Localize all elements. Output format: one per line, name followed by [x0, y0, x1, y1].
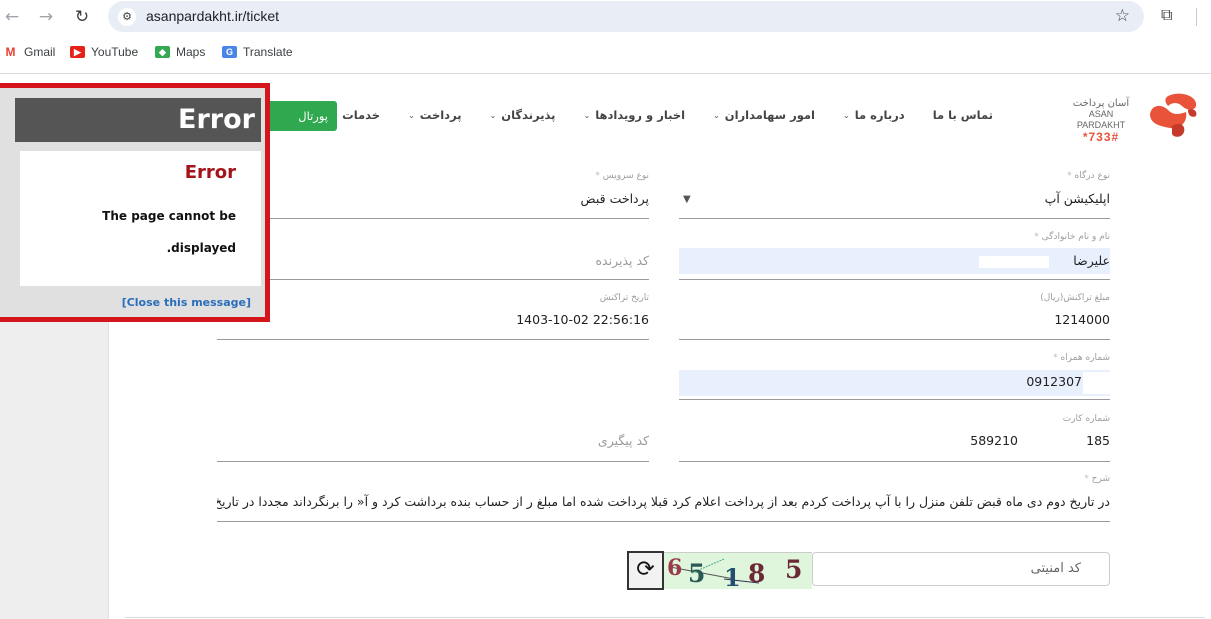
error-heading: Error	[184, 162, 236, 183]
field-value: علیرضا	[1073, 253, 1110, 268]
url-text[interactable]: asanpardakht.ir/ticket	[146, 8, 279, 24]
amount-field[interactable]: مبلغ تراکنش(ریال) 1214000	[679, 293, 1110, 340]
nav-label: پذیرندگان	[501, 108, 556, 122]
field-label: نوع درگاه *	[1067, 171, 1110, 181]
youtube-icon: ▶	[70, 46, 85, 58]
gmail-icon: M	[5, 45, 16, 59]
nav-label: امور سهامداران	[724, 108, 815, 122]
field-value: 1403-10-02 22:56:16	[516, 312, 649, 327]
chevron-down-icon: ⌄	[583, 110, 591, 120]
captcha-refresh-button[interactable]: ⟳	[627, 551, 664, 590]
nav-item-merchants[interactable]: پذیرندگان ⌄	[490, 108, 556, 122]
nav-item-services[interactable]: خدمات⌄	[330, 108, 380, 122]
nav-item-about[interactable]: درباره ما ⌄	[843, 108, 905, 122]
toolbar-divider	[1196, 8, 1197, 26]
logo-mark-icon	[1150, 93, 1197, 137]
placeholder: کد پذیرنده	[595, 253, 650, 268]
field-label: نوع سرویس *	[595, 171, 649, 181]
nav-label: پرداخت	[419, 108, 462, 122]
mobile-input[interactable]: شماره همراه * 0912307	[679, 353, 1110, 400]
bookmark-label: Maps	[176, 45, 206, 59]
translate-icon: G	[222, 46, 237, 58]
nav-item-contact[interactable]: تماس با ما	[933, 108, 993, 122]
redaction	[979, 256, 1049, 268]
nav-label: تماس با ما	[932, 108, 993, 122]
error-dialog-title: Error	[15, 98, 261, 142]
bookmark-gmail[interactable]: M Gmail	[3, 45, 56, 59]
card-number-field[interactable]: شماره کارت 589210 185	[679, 414, 1110, 462]
card-number-start: 589210	[970, 433, 1018, 448]
full-name-input[interactable]: نام و نام خانوادگی * علیرضا	[679, 232, 1110, 280]
placeholder: کد پیگیری	[597, 433, 649, 448]
error-message-line2: .displayed	[166, 241, 236, 255]
field-label: شرح *	[1084, 474, 1110, 484]
captcha-digit: 6	[667, 555, 683, 581]
forward-icon[interactable]: →	[34, 6, 58, 28]
field-value: 1214000	[1054, 312, 1110, 327]
logo-fa: آسان پرداخت	[1072, 98, 1130, 109]
bookmark-youtube[interactable]: ▶ YouTube	[70, 45, 138, 59]
nav-label: خدمات	[342, 108, 381, 122]
site-info-icon[interactable]: ⚙	[118, 8, 136, 26]
captcha-digit: 8	[748, 559, 766, 588]
maps-icon: ◆	[155, 46, 170, 58]
field-value: 0912307	[1026, 374, 1082, 389]
address-bar[interactable]: ⚙ asanpardakht.ir/ticket ☆	[108, 1, 1144, 32]
chevron-down-icon: ⌄	[842, 110, 850, 120]
bookmark-label: YouTube	[91, 45, 139, 59]
bookmark-label: Translate	[243, 45, 293, 59]
bookmarks-bar: M Gmail ▶ YouTube ◆ Maps G Translate	[0, 42, 1211, 64]
reload-icon[interactable]: ↻	[70, 6, 94, 28]
bookmark-maps[interactable]: ◆ Maps	[155, 45, 205, 59]
nav-label: اخبار و رویدادها	[595, 108, 686, 122]
refresh-icon: ⟳	[636, 557, 655, 582]
field-label: نام و نام خانوادگی *	[1034, 232, 1110, 242]
bookmark-translate[interactable]: G Translate	[222, 45, 293, 59]
logo-text: آسان پرداخت ASAN PARDAKHT *733#	[1064, 98, 1138, 144]
field-label: شماره کارت	[1062, 414, 1110, 424]
main-nav: خدمات⌄ پرداخت⌄ پذیرندگان⌄ اخبار و رویداد…	[302, 108, 993, 122]
captcha-input[interactable]: کد امنیتی	[812, 552, 1110, 586]
captcha-digit: 5	[688, 559, 706, 588]
nav-item-payment[interactable]: پرداخت ⌄	[408, 108, 461, 122]
logo-en: ASAN PARDAKHT	[1076, 109, 1126, 130]
field-value: پرداخت قبض	[580, 191, 649, 206]
nav-label: درباره ما	[854, 108, 905, 122]
close-message-link[interactable]: [Close this message]	[122, 296, 251, 309]
redaction	[1083, 372, 1110, 394]
chevron-down-icon: ⌄	[713, 110, 720, 120]
nav-item-news[interactable]: اخبار و رویدادها ⌄	[583, 108, 685, 122]
chevron-down-icon: ⌄	[489, 110, 497, 120]
card-number-end: 185	[1086, 433, 1110, 448]
field-value: در تاریخ دوم دی ماه قبض تلفن منزل را با …	[217, 494, 1110, 509]
logo-code: *733#	[1082, 130, 1120, 144]
captcha-image: 6 5 1 8 5	[664, 552, 812, 589]
gateway-type-select[interactable]: نوع درگاه * اپلیکیشن آپ ▼	[679, 171, 1110, 219]
form-bottom-divider	[125, 617, 1205, 618]
captcha-digit: 5	[785, 555, 803, 584]
bookmark-star-icon[interactable]: ☆	[1115, 6, 1130, 26]
service-type-field[interactable]: نوع سرویس * پرداخت قبض	[217, 171, 649, 219]
description-textarea[interactable]: شرح * در تاریخ دوم دی ماه قبض تلفن منزل …	[217, 474, 1110, 522]
captcha-digit: 1	[724, 563, 741, 589]
dropdown-arrow-icon: ▼	[683, 194, 691, 205]
transaction-date-field[interactable]: تاریخ تراکنش 1403-10-02 22:56:16	[217, 293, 649, 340]
field-label: شماره همراه *	[1053, 353, 1110, 363]
nav-item-shareholders[interactable]: امور سهامداران ⌄	[713, 108, 815, 122]
field-label: مبلغ تراکنش(ریال)	[1040, 293, 1110, 303]
merchant-code-input[interactable]: کد پذیرنده	[217, 232, 649, 280]
site-logo[interactable]: آسان پرداخت ASAN PARDAKHT *733#	[1064, 92, 1204, 144]
error-dialog: Error Error The page cannot be .displaye…	[0, 83, 270, 322]
bookmark-label: Gmail	[24, 45, 56, 59]
error-message-line1: The page cannot be	[102, 209, 236, 223]
extensions-icon[interactable]: ⧉	[1161, 5, 1172, 25]
chevron-down-icon: ⌄	[408, 110, 415, 120]
error-dialog-body: Error The page cannot be .displayed	[20, 151, 261, 286]
back-icon[interactable]: ←	[0, 6, 24, 28]
browser-toolbar: ← → ↻ ⚙ asanpardakht.ir/ticket ☆ ⧉	[0, 0, 1211, 34]
field-label: تاریخ تراکنش	[599, 293, 649, 303]
field-value: اپلیکیشن آپ	[1044, 191, 1110, 206]
tracking-code-input[interactable]: کد پیگیری	[217, 414, 649, 462]
